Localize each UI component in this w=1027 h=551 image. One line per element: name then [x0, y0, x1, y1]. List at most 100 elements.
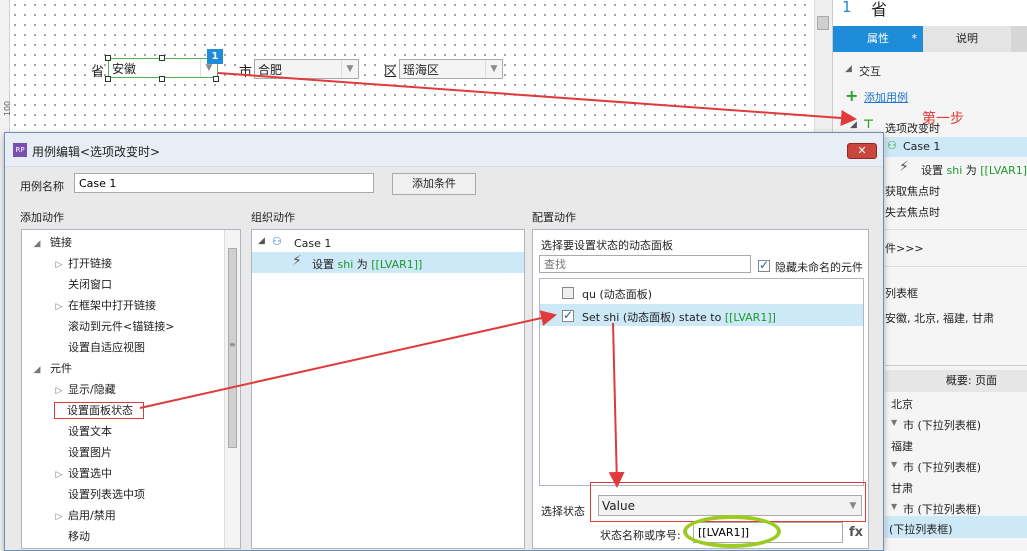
collapse-icon[interactable]: ◢ [258, 236, 265, 246]
tab-properties[interactable]: 属性 * [833, 26, 923, 52]
selection-handle[interactable] [105, 55, 111, 61]
outline-item-child[interactable]: 市 (下拉列表框) [903, 417, 981, 433]
action-mid: 为 [965, 164, 977, 177]
app-icon: RP [13, 143, 27, 157]
interaction-header: 交互 [859, 65, 881, 78]
state-select[interactable]: Value ▼ [598, 495, 862, 516]
tree-action-item[interactable]: ▷ 打开链接 [24, 253, 224, 274]
tree-item-label: 设置图片 [68, 446, 112, 459]
list-label: 列表框 [885, 287, 918, 300]
case-row[interactable]: ⚇ Case 1 [885, 137, 1027, 157]
city-combo[interactable]: 合肥 ▼ [254, 59, 359, 79]
panel-row-qu[interactable]: qu (动态面板) [540, 281, 863, 303]
scrollbar-thumb[interactable] [817, 16, 829, 30]
tree-item-label: 设置自适应视图 [68, 341, 145, 354]
tab-notes[interactable]: 说明 [923, 26, 1011, 52]
case-editor-dialog: RP 用例编辑<选项改变时> ✕ 用例名称 添加条件 添加动作 组织动作 配置动… [4, 132, 884, 551]
tree-scrollbar[interactable]: ≡ [224, 230, 240, 548]
grip-icon: ≡ [229, 340, 236, 349]
tree-action-item[interactable]: 关闭窗口 [24, 274, 224, 295]
district-label: 区 [384, 65, 398, 80]
dialog-titlebar[interactable]: RP 用例编辑<选项改变时> ✕ [5, 133, 883, 167]
fx-button[interactable]: fx [849, 525, 863, 540]
expand-icon[interactable]: ▷ [52, 297, 66, 318]
outline-item-child[interactable]: 市 (下拉列表框) [903, 459, 981, 475]
action-row[interactable]: ⚡ 设置 shi 为 [[LVAR1]] [899, 159, 1027, 177]
search-input[interactable] [539, 255, 751, 273]
case-icon: ⚇ [887, 139, 897, 152]
collapse-icon[interactable]: ◢ [850, 120, 857, 130]
city-combo-value: 合肥 [258, 62, 283, 77]
panel-row-shi[interactable]: Set shi (动态面板) state to [[LVAR1]] [540, 304, 863, 326]
selection-handle[interactable] [159, 55, 165, 61]
case-icon: ⚇ [272, 235, 282, 248]
tree-action-item[interactable]: ▷ 设置选中 [24, 463, 224, 484]
tree-item-label: 显示/隐藏 [68, 383, 116, 396]
selection-handle[interactable] [159, 76, 165, 82]
panel-checkbox[interactable] [562, 287, 574, 299]
expand-icon[interactable]: ▷ [52, 507, 66, 528]
selection-handle[interactable] [213, 76, 219, 82]
tree-action-item[interactable]: ▷ 在框架中打开链接 [24, 295, 224, 316]
outline-item-name[interactable]: 北京 [891, 396, 913, 412]
add-action-tree[interactable]: ◢ 链接 ▷ 打开链接 关闭窗口 ▷ 在框架中打开链接 滚动到元件<锚链接> 设置自适应视图 ◢ 元… [21, 229, 241, 549]
tree-item-label: 滚动到元件<锚链接> [68, 320, 175, 333]
chevron-down-icon: ▼ [891, 502, 898, 511]
tree-group[interactable]: ◢ 元件 [24, 358, 224, 379]
plus-icon[interactable]: + [845, 86, 858, 105]
event-focus[interactable]: 获取焦点时 [885, 183, 940, 199]
collapse-icon[interactable]: ◢ [30, 360, 44, 381]
tree-action-item[interactable]: 移动 [24, 526, 224, 547]
interaction-badge[interactable]: 1 [207, 49, 223, 64]
outline-item-name[interactable]: 福建 [891, 438, 913, 454]
panel-value: [[LVAR1]] [724, 311, 776, 324]
dialog-title: 用例编辑<选项改变时> [32, 145, 161, 159]
tree-action-item[interactable]: 设置文本 [24, 421, 224, 442]
event-name[interactable]: 选项改变时 [885, 120, 940, 136]
hide-unnamed-checkbox[interactable] [758, 258, 770, 272]
expand-icon[interactable]: ▷ [52, 465, 66, 486]
tree-action-item[interactable]: 设置自适应视图 [24, 337, 224, 358]
tree-item-label: 链接 [50, 236, 72, 249]
tree-action-item[interactable]: 滚动到元件<锚链接> [24, 316, 224, 337]
tab-overflow[interactable] [1011, 26, 1027, 52]
collapse-icon[interactable]: ◢ [30, 234, 44, 255]
tree-item-label: 在框架中打开链接 [68, 299, 156, 312]
tree-action-item[interactable]: 设置列表选中项 [24, 484, 224, 505]
organize-action-text: 设置 shi 为 [[LVAR1]] [312, 256, 422, 272]
list-values[interactable]: 安徽, 北京, 福建, 甘肃 [885, 310, 994, 326]
outline-header-label: 概要: 页面 [945, 374, 998, 387]
event-blur[interactable]: 失去焦点时 [885, 204, 940, 220]
state-label: 选择状态 [541, 505, 585, 518]
organize-case-row[interactable]: ◢ ⚇ Case 1 [252, 233, 524, 253]
case-name-input[interactable] [74, 173, 374, 193]
tree-action-item[interactable]: ▷ 显示/隐藏 [24, 379, 224, 400]
tree-group[interactable]: ◢ 链接 [24, 232, 224, 253]
district-combo[interactable]: 瑶海区 ▼ [399, 59, 503, 79]
organize-pane[interactable]: ◢ ⚇ Case 1 ⚡ 设置 shi 为 [[LVAR1]] [251, 229, 525, 549]
tab-properties-label: 属性 [867, 32, 889, 45]
canvas-scrollbar[interactable] [814, 0, 832, 132]
expand-icon[interactable]: ▷ [52, 381, 66, 402]
organize-action-row[interactable]: ⚡ 设置 shi 为 [[LVAR1]] [252, 252, 524, 273]
expand-icon[interactable]: ▷ [52, 255, 66, 276]
panel-name: Set shi [582, 311, 620, 324]
outline-item-name[interactable]: 甘肃 [891, 480, 913, 496]
collapse-icon[interactable]: ◢ [845, 64, 852, 74]
state-name-label: 状态名称或序号: [600, 529, 681, 542]
outline-item-child[interactable]: 市 (下拉列表框) [903, 501, 981, 517]
outline-last: (下拉列表框) [889, 523, 953, 536]
tree-action-item[interactable]: 设置面板状态 [24, 400, 224, 421]
tree-action-item[interactable]: 设置图片 [24, 442, 224, 463]
panel-list[interactable]: qu (动态面板) Set shi (动态面板) state to [[LVAR… [539, 278, 864, 486]
more-events-link[interactable]: 件>>> [885, 240, 924, 256]
selection-handle[interactable] [105, 76, 111, 82]
close-icon[interactable]: ✕ [847, 143, 877, 159]
lightning-icon: ⚡ [899, 159, 909, 175]
add-condition-button[interactable]: 添加条件 [392, 173, 476, 195]
panel-checkbox[interactable] [562, 308, 574, 322]
tree-action-item[interactable]: ▷ 启用/禁用 [24, 505, 224, 526]
province-combo[interactable]: 安徽 ▼ [108, 58, 218, 78]
outline-selected-row[interactable]: (下拉列表框) [885, 516, 1027, 538]
add-case-link[interactable]: 添加用例 [864, 89, 908, 105]
